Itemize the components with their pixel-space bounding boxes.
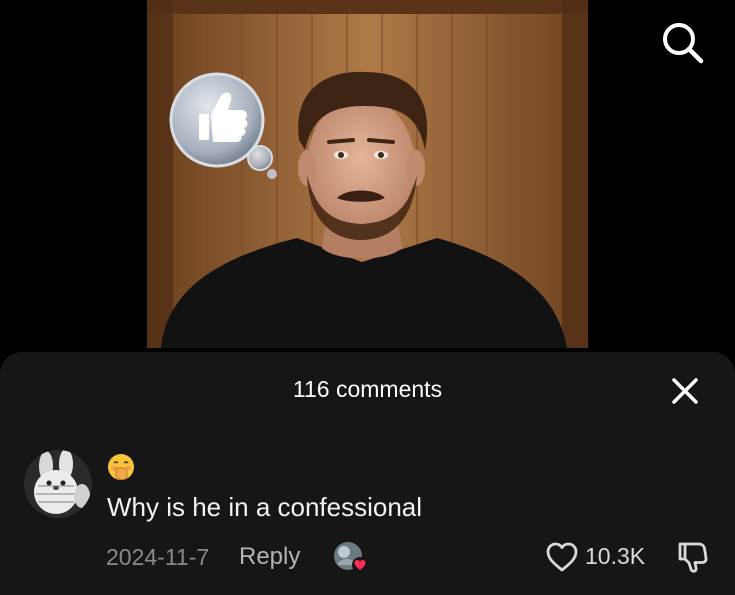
comments-panel: 116 comments Why is he in a confessional…: [0, 352, 735, 595]
app-screen: 116 comments Why is he in a confessional…: [0, 0, 735, 595]
thumbs-down-outline-icon: [678, 542, 708, 573]
comment-text: Why is he in a confessional: [107, 492, 423, 522]
reply-button[interactable]: Reply: [239, 543, 300, 571]
comment-item: Why is he in a confessional 2024-11-7 Re…: [0, 448, 735, 595]
creator-liked-avatar-icon: [331, 539, 371, 575]
comment-date: 2024-11-7: [106, 544, 210, 570]
plush-bunny-avatar: [24, 450, 92, 518]
heart-outline-icon: [546, 542, 578, 572]
dislike-button[interactable]: [674, 539, 710, 575]
close-button[interactable]: [666, 372, 704, 410]
comments-count-title: 116 comments: [292, 376, 443, 402]
search-icon: [663, 23, 704, 64]
video-frame: [147, 0, 588, 348]
close-icon: [672, 378, 698, 404]
like-count: 10.3K: [585, 543, 646, 569]
video-player[interactable]: [147, 0, 588, 348]
search-button[interactable]: [658, 18, 706, 66]
hand-over-mouth-emoji: [106, 452, 136, 482]
avatar[interactable]: [24, 450, 92, 518]
